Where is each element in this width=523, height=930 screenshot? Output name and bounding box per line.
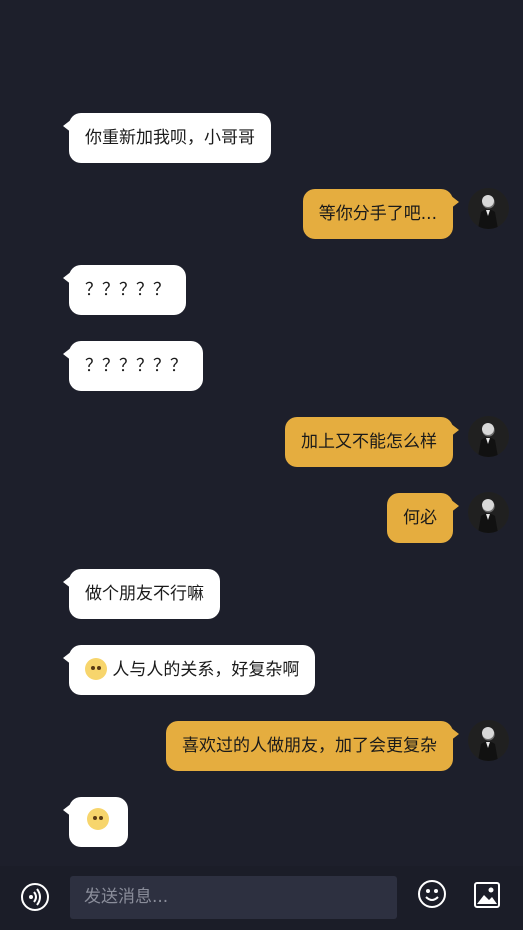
voice-icon[interactable] [20, 882, 50, 912]
person-icon [478, 195, 498, 229]
outgoing-message[interactable]: 加上又不能怎么样 [285, 417, 459, 467]
avatar[interactable] [468, 416, 509, 457]
person-icon [478, 499, 498, 533]
message-text: ？？？？？ [85, 280, 170, 300]
shocked-emoji-icon [87, 808, 109, 830]
smiley-icon[interactable] [417, 879, 447, 909]
message-text: 何必 [403, 508, 437, 528]
message-text: 喜欢过的人做朋友，加了会更复杂 [182, 736, 437, 756]
message-text: 你重新加我呗，小哥哥 [85, 128, 255, 148]
message-text: ？？？？？？ [85, 356, 187, 376]
person-icon [478, 727, 498, 761]
chat-area[interactable]: 你重新加我呗，小哥哥 等你分手了吧... ？？？？？ ？？？？？？ 加上又不能怎… [0, 0, 523, 866]
message-text: 加上又不能怎么样 [301, 432, 437, 452]
incoming-message[interactable]: ？？？？？ [63, 265, 186, 315]
avatar[interactable] [468, 188, 509, 229]
message-text: 做个朋友不行嘛 [85, 584, 204, 604]
thinking-emoji-icon [85, 657, 107, 680]
incoming-message[interactable]: ？？？？？？ [63, 341, 203, 391]
avatar[interactable] [468, 720, 509, 761]
message-text: 等你分手了吧... [318, 204, 437, 224]
incoming-message[interactable]: 人与人的关系，好复杂啊 [62, 645, 316, 695]
outgoing-message[interactable]: 等你分手了吧... [302, 189, 460, 239]
outgoing-message[interactable]: 喜欢过的人做朋友，加了会更复杂 [166, 721, 459, 771]
image-icon[interactable] [473, 881, 501, 909]
outgoing-message[interactable]: 何必 [387, 493, 459, 543]
incoming-message[interactable] [63, 797, 128, 847]
incoming-message[interactable]: 做个朋友不行嘛 [63, 569, 220, 619]
input-placeholder: 发送消息... [84, 887, 169, 907]
incoming-message[interactable]: 你重新加我呗，小哥哥 [63, 113, 271, 163]
avatar[interactable] [468, 492, 509, 533]
message-text: 人与人的关系，好复杂啊 [112, 660, 300, 680]
person-icon [478, 423, 498, 457]
message-input[interactable]: 发送消息... [70, 876, 397, 919]
